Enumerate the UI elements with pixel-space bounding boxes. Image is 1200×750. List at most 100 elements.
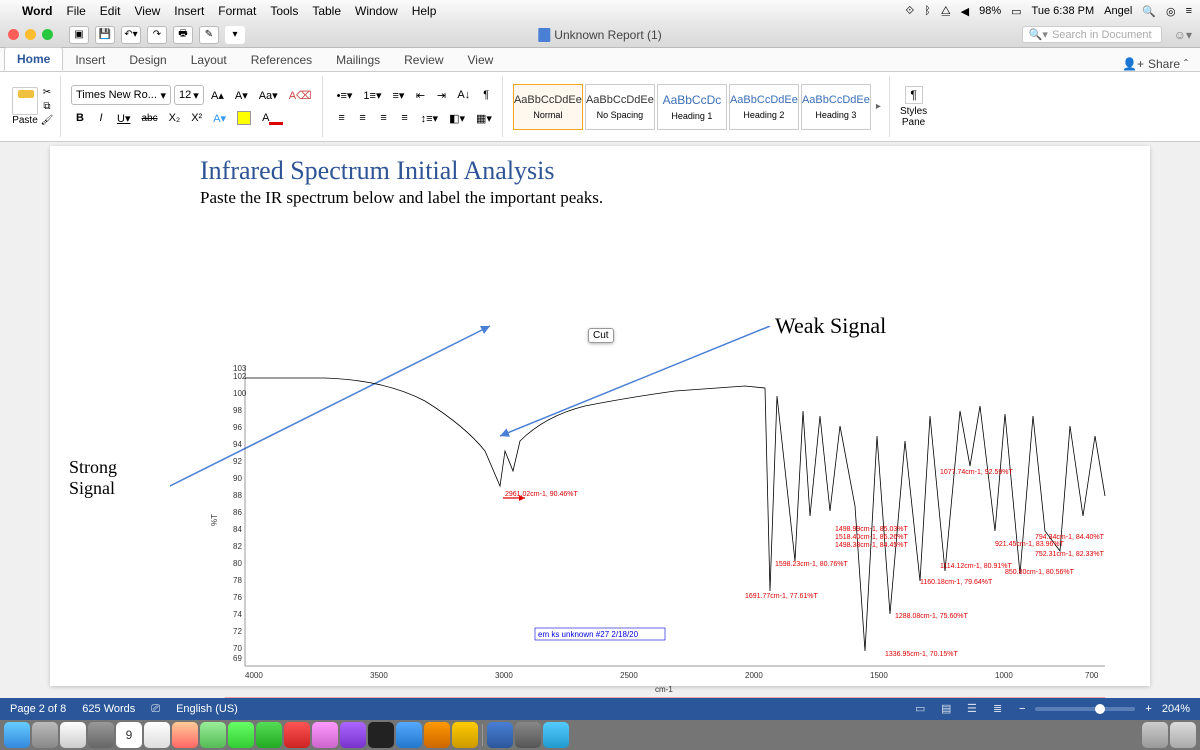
zoom-level[interactable]: 204% — [1162, 703, 1190, 715]
dock-trash[interactable] — [1170, 722, 1196, 748]
menu-table[interactable]: Table — [312, 4, 341, 18]
tab-home[interactable]: Home — [4, 47, 63, 71]
tab-insert[interactable]: Insert — [63, 49, 117, 71]
align-center-button[interactable]: ≡ — [354, 108, 372, 128]
strong-signal-textbox[interactable]: Strong Signal — [64, 454, 164, 502]
subscript-button[interactable]: X₂ — [165, 108, 185, 128]
menu-file[interactable]: File — [66, 4, 85, 18]
mac-menubar[interactable]: Word File Edit View Insert Format Tools … — [0, 0, 1200, 22]
feedback-icon[interactable]: ☺▾ — [1174, 28, 1192, 42]
collapse-ribbon-icon[interactable]: ˆ — [1184, 57, 1188, 71]
dock-app1[interactable] — [284, 722, 310, 748]
underline-button[interactable]: U▾ — [113, 108, 134, 128]
decrease-indent-button[interactable]: ⇤ — [411, 85, 429, 105]
tab-design[interactable]: Design — [117, 49, 178, 71]
tab-view[interactable]: View — [456, 49, 506, 71]
qat-customize[interactable]: ✎ — [199, 26, 219, 44]
bullets-button[interactable]: •≡▾ — [333, 85, 357, 105]
zoom-slider[interactable] — [1035, 707, 1135, 711]
dock-word[interactable] — [487, 722, 513, 748]
notification-icon[interactable]: ≡ — [1186, 5, 1192, 17]
page-indicator[interactable]: Page 2 of 8 — [10, 703, 66, 715]
font-color-button[interactable]: A — [258, 108, 287, 128]
menu-edit[interactable]: Edit — [100, 4, 121, 18]
font-name-select[interactable]: Times New Ro...▾ — [71, 85, 171, 105]
shrink-font-button[interactable]: A▾ — [231, 85, 252, 105]
dock-downloads[interactable] — [1142, 722, 1168, 748]
minimize-button[interactable] — [25, 29, 36, 40]
dock-launchpad[interactable] — [32, 722, 58, 748]
dock-calendar[interactable]: 9 — [116, 722, 142, 748]
spotlight-icon[interactable]: 🔍 — [1142, 5, 1156, 18]
show-marks-button[interactable]: ¶ — [477, 85, 495, 105]
justify-button[interactable]: ≡ — [396, 108, 414, 128]
siri-icon[interactable]: ◎ — [1166, 5, 1176, 18]
wifi-icon[interactable]: ⧋ — [941, 5, 951, 18]
language-indicator[interactable]: English (US) — [176, 703, 238, 715]
dock-podcasts[interactable] — [340, 722, 366, 748]
qat-autosave[interactable]: ▣ — [69, 26, 89, 44]
format-painter-icon[interactable]: 🖌 — [40, 115, 54, 127]
document-area[interactable]: Infrared Spectrum Initial Analysis Paste… — [0, 142, 1200, 698]
borders-button[interactable]: ▦▾ — [472, 108, 496, 128]
tab-review[interactable]: Review — [392, 49, 455, 71]
dock-messages[interactable] — [228, 722, 254, 748]
bold-button[interactable]: B — [71, 108, 89, 128]
dock-app4[interactable] — [515, 722, 541, 748]
qat-save[interactable]: 💾 — [95, 26, 115, 44]
clear-format-button[interactable]: A⌫ — [285, 85, 316, 105]
style-heading1[interactable]: AaBbCcDcHeading 1 — [657, 84, 727, 130]
dock-facetime[interactable] — [256, 722, 282, 748]
doc-subheading[interactable]: Paste the IR spectrum below and label th… — [200, 188, 1130, 208]
menu-help[interactable]: Help — [412, 4, 437, 18]
dock-maps[interactable] — [200, 722, 226, 748]
dock-app3[interactable] — [452, 722, 478, 748]
web-layout-button[interactable]: ☰ — [967, 702, 983, 716]
dock-finder[interactable] — [4, 722, 30, 748]
align-left-button[interactable]: ≡ — [333, 108, 351, 128]
document-page[interactable]: Infrared Spectrum Initial Analysis Paste… — [50, 146, 1150, 686]
dock-tv[interactable] — [368, 722, 394, 748]
dock-music[interactable] — [312, 722, 338, 748]
clock[interactable]: Tue 6:38 PM — [1032, 5, 1095, 17]
highlight-button[interactable] — [233, 108, 255, 128]
qat-print[interactable]: 🖶 — [173, 26, 193, 44]
dock-settings[interactable] — [88, 722, 114, 748]
sort-button[interactable]: A↓ — [453, 85, 474, 105]
shading-button[interactable]: ◧▾ — [445, 108, 469, 128]
multilevel-button[interactable]: ≡▾ — [388, 85, 408, 105]
tab-references[interactable]: References — [239, 49, 324, 71]
line-spacing-button[interactable]: ↕≡▾ — [417, 108, 442, 128]
zoom-in-button[interactable]: + — [1145, 703, 1151, 715]
bluetooth-icon[interactable]: ᛒ — [924, 5, 931, 17]
align-right-button[interactable]: ≡ — [375, 108, 393, 128]
dock-appstore[interactable] — [396, 722, 422, 748]
dock-reminders[interactable] — [144, 722, 170, 748]
menu-tools[interactable]: Tools — [270, 4, 298, 18]
tab-layout[interactable]: Layout — [179, 49, 239, 71]
user-name[interactable]: Angel — [1104, 5, 1132, 17]
superscript-button[interactable]: X² — [187, 108, 206, 128]
numbering-button[interactable]: 1≡▾ — [359, 85, 385, 105]
close-button[interactable] — [8, 29, 19, 40]
word-count[interactable]: 625 Words — [82, 703, 135, 715]
qat-undo[interactable]: ↶▾ — [121, 26, 141, 44]
dock-photos[interactable] — [172, 722, 198, 748]
tab-mailings[interactable]: Mailings — [324, 49, 392, 71]
text-effects-button[interactable]: A▾ — [209, 108, 230, 128]
styles-more-button[interactable]: ▸ — [874, 101, 883, 112]
style-no-spacing[interactable]: AaBbCcDdEeNo Spacing — [585, 84, 655, 130]
dock-app2[interactable] — [424, 722, 450, 748]
share-button[interactable]: 👤+ Share ˆ — [1114, 57, 1196, 71]
font-size-select[interactable]: 12▾ — [174, 85, 204, 105]
menu-window[interactable]: Window — [355, 4, 398, 18]
italic-button[interactable]: I — [92, 108, 110, 128]
zoom-button[interactable] — [42, 29, 53, 40]
grow-font-button[interactable]: A▴ — [207, 85, 228, 105]
weak-signal-textbox[interactable]: Weak Signal — [770, 310, 891, 342]
dock-safari[interactable] — [60, 722, 86, 748]
style-normal[interactable]: AaBbCcDdEeNormal — [513, 84, 583, 130]
style-heading3[interactable]: AaBbCcDdEeHeading 3 — [801, 84, 871, 130]
search-in-document[interactable]: 🔍▾ Search in Document — [1022, 26, 1162, 43]
cut-icon[interactable]: ✂ — [40, 87, 54, 99]
